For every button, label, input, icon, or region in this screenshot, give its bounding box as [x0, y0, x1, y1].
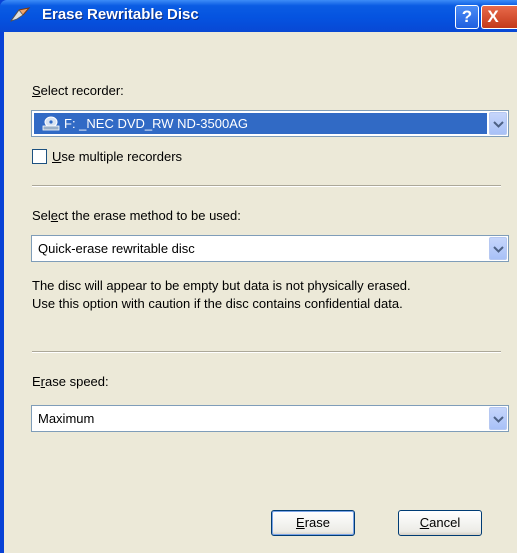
recorder-selected-value: F: _NEC DVD_RW ND-3500AG	[64, 116, 248, 131]
recorder-dropdown[interactable]: F: _NEC DVD_RW ND-3500AG	[31, 110, 509, 137]
eraser-app-icon	[9, 7, 31, 22]
select-recorder-label: Select recorder:	[32, 83, 124, 98]
erase-speed-label: Erase speed:	[32, 374, 109, 389]
dialog-window: Erase Rewritable Disc ? X Select recorde…	[0, 0, 517, 553]
erase-method-label: Select the erase method to be used:	[32, 208, 241, 223]
window-title: Erase Rewritable Disc	[42, 6, 199, 23]
use-multiple-recorders-checkbox[interactable]	[32, 149, 47, 164]
erase-button[interactable]: Erase	[271, 510, 355, 536]
chevron-down-icon	[493, 416, 504, 423]
erase-speed-dropdown-arrow[interactable]	[489, 407, 507, 430]
use-multiple-recorders-label[interactable]: Use multiple recorders	[52, 149, 182, 164]
recorder-selection-highlight: F: _NEC DVD_RW ND-3500AG	[34, 113, 487, 134]
description-line-2: Use this option with caution if the disc…	[32, 296, 403, 311]
erase-speed-selected-value: Maximum	[38, 411, 95, 426]
close-icon: X	[487, 7, 499, 26]
divider	[32, 185, 501, 187]
chevron-down-icon	[493, 121, 504, 128]
cancel-button[interactable]: Cancel	[398, 510, 482, 536]
title-bar[interactable]: Erase Rewritable Disc ? X	[0, 0, 517, 32]
help-icon: ?	[461, 7, 473, 26]
help-button[interactable]: ?	[455, 5, 479, 29]
erase-method-dropdown-arrow[interactable]	[489, 237, 507, 260]
erase-method-dropdown[interactable]: Quick-erase rewritable disc	[31, 235, 509, 262]
description-line-1: The disc will appear to be empty but dat…	[32, 278, 411, 293]
cd-drive-icon	[42, 116, 60, 131]
divider	[32, 351, 501, 353]
erase-speed-dropdown[interactable]: Maximum	[31, 405, 509, 432]
chevron-down-icon	[493, 246, 504, 253]
close-button[interactable]: X	[481, 5, 517, 29]
recorder-dropdown-arrow[interactable]	[489, 112, 507, 135]
erase-method-selected-value: Quick-erase rewritable disc	[38, 241, 195, 256]
erase-method-description: The disc will appear to be empty but dat…	[32, 277, 507, 313]
